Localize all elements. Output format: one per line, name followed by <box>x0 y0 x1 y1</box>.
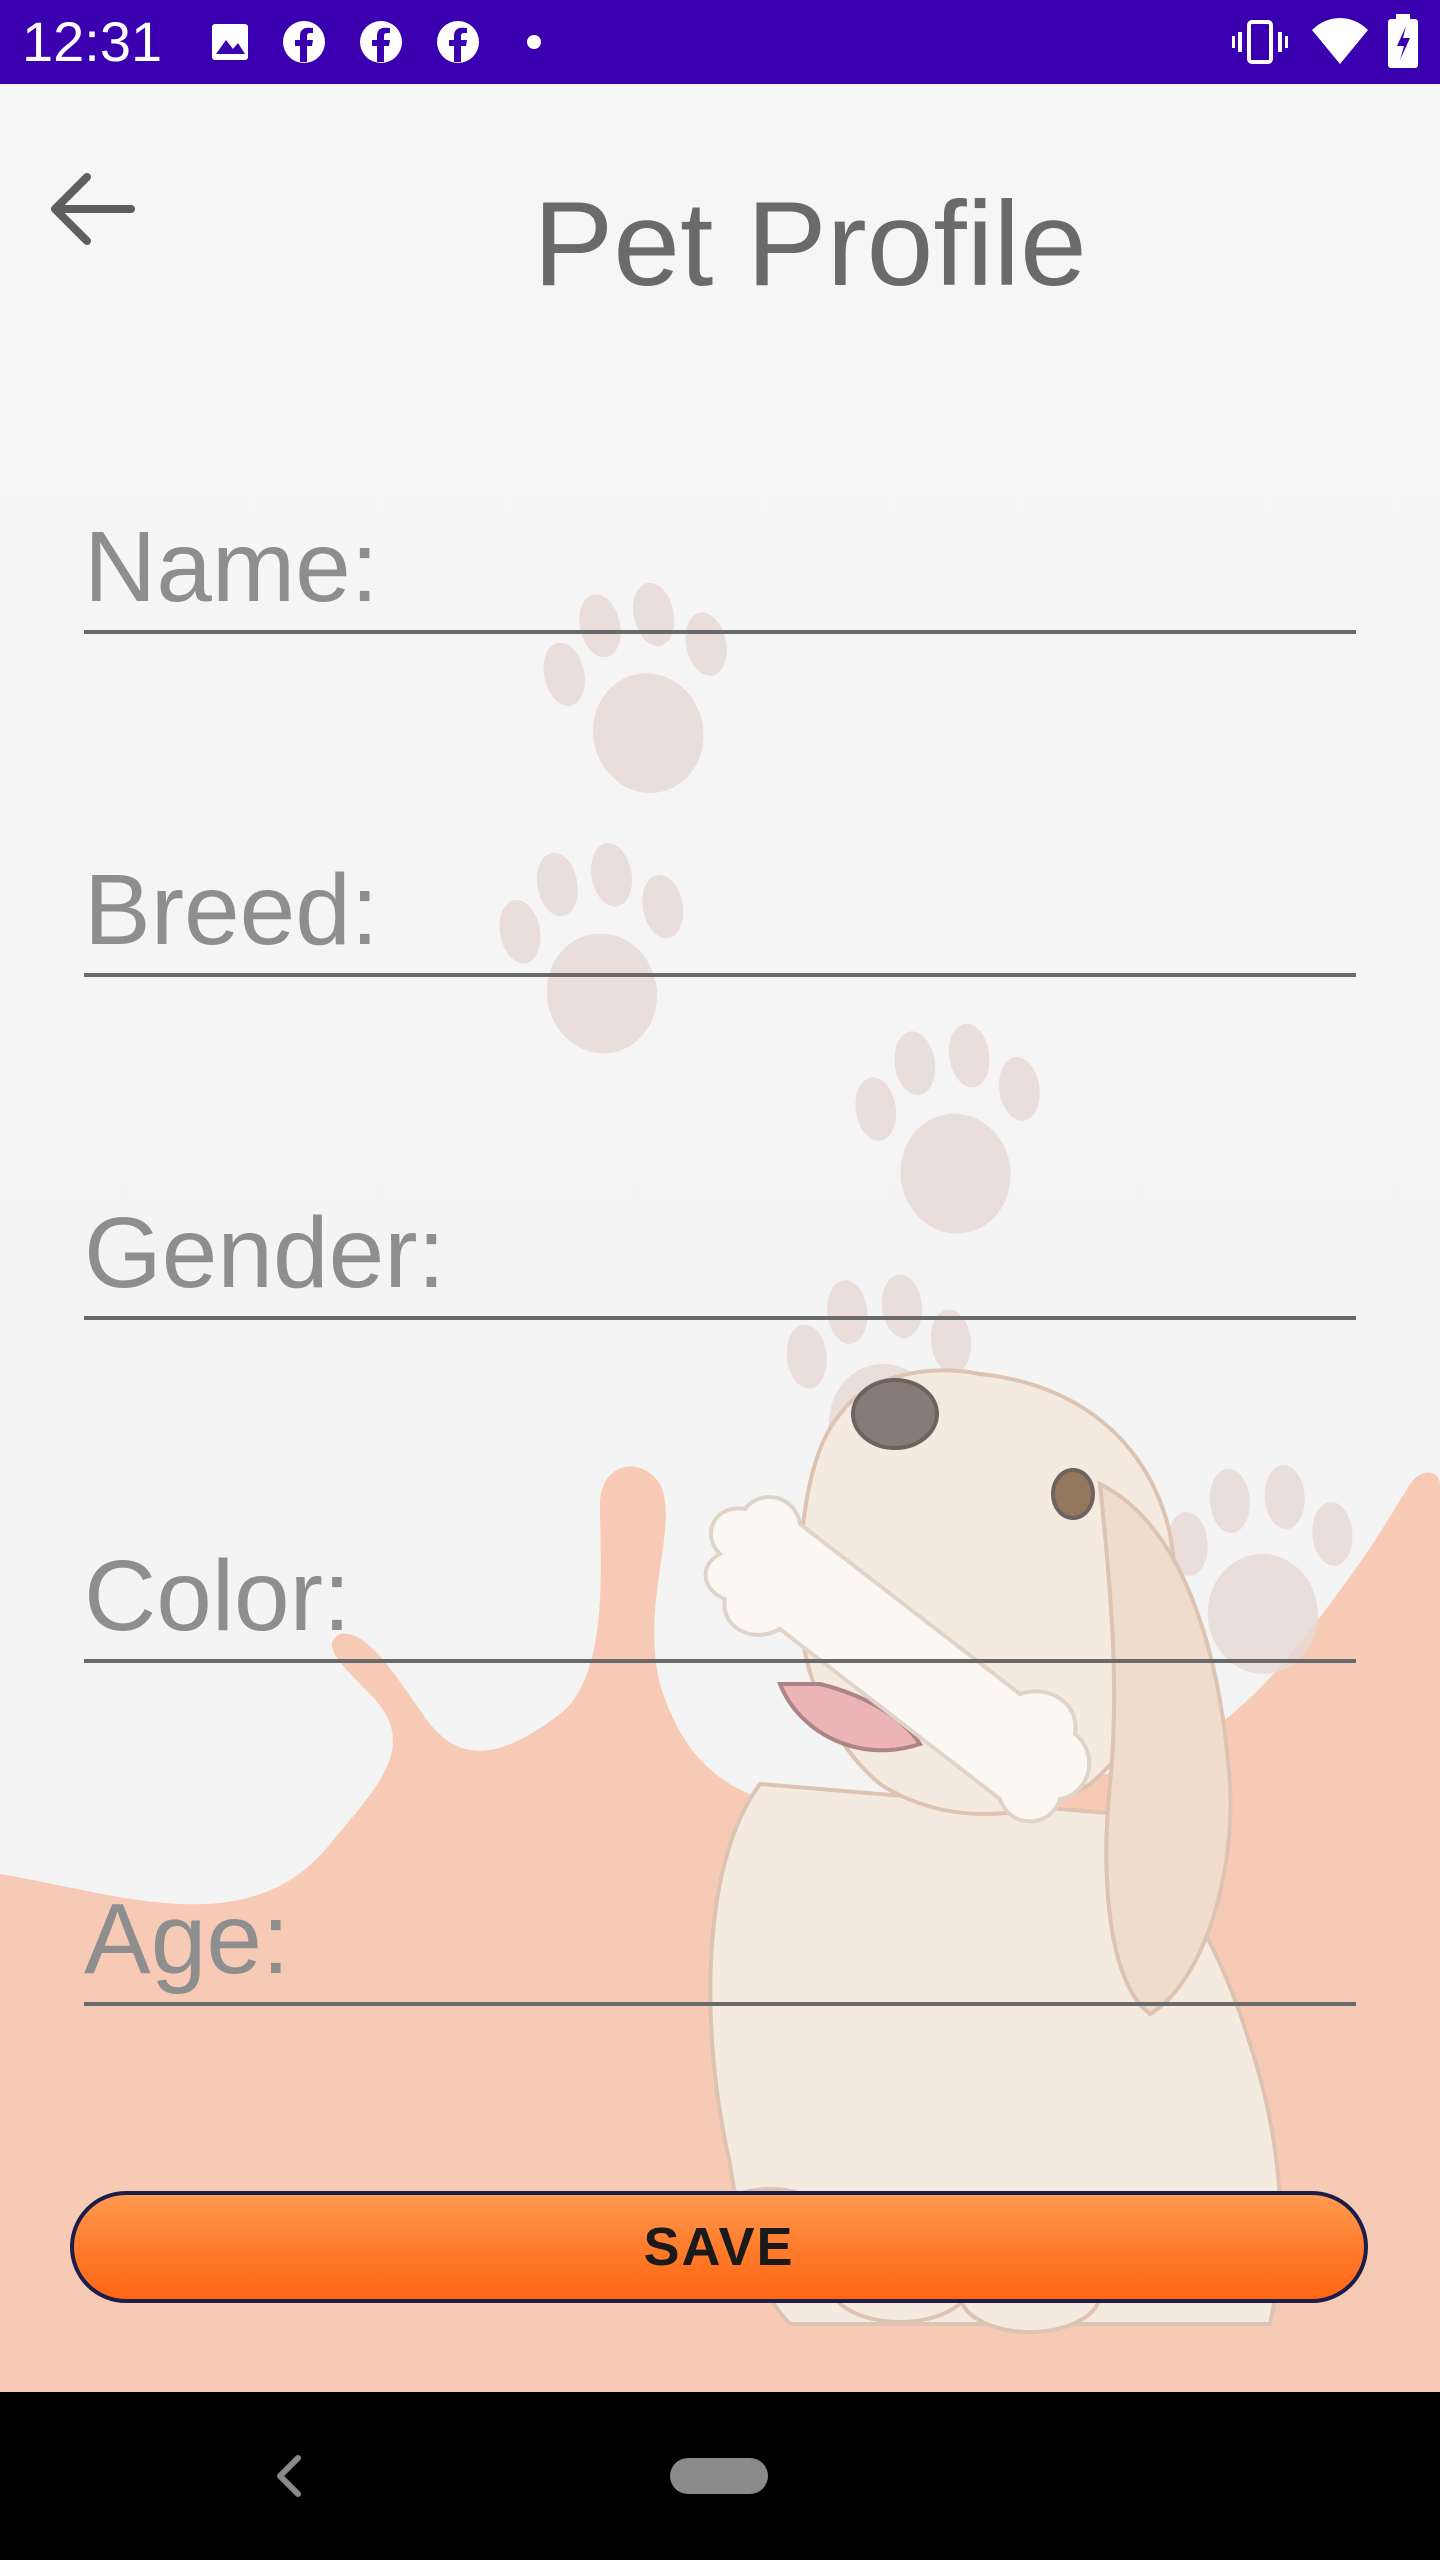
status-time: 12:31 <box>22 10 163 73</box>
home-pill-icon[interactable] <box>670 2458 768 2494</box>
pet-profile-screen: Pet Profile <box>0 84 1440 2392</box>
gender-input[interactable] <box>84 1196 1356 1316</box>
battery-icon <box>1388 14 1418 68</box>
wifi-icon <box>1312 18 1368 64</box>
facebook-icon <box>283 21 325 63</box>
status-bar: 12:31 <box>0 0 1440 84</box>
facebook-icon <box>437 21 479 63</box>
color-field[interactable] <box>84 1539 1356 1663</box>
chevron-left-icon[interactable] <box>250 2436 330 2516</box>
name-input[interactable] <box>84 510 1356 630</box>
color-input[interactable] <box>84 1539 1356 1659</box>
save-button-label: SAVE <box>643 2217 795 2277</box>
gender-field[interactable] <box>84 1196 1356 1320</box>
page-title: Pet Profile <box>533 177 1087 311</box>
save-button[interactable]: SAVE <box>70 2191 1368 2303</box>
dot-icon <box>527 35 541 49</box>
facebook-icon <box>360 21 402 63</box>
age-field[interactable] <box>84 1882 1356 2006</box>
vibrate-icon <box>1232 20 1288 64</box>
breed-field[interactable] <box>84 853 1356 977</box>
navigation-bar <box>0 2392 1440 2560</box>
breed-input[interactable] <box>84 853 1356 973</box>
name-field[interactable] <box>84 510 1356 634</box>
image-icon <box>212 24 248 60</box>
age-input[interactable] <box>84 1882 1356 2002</box>
